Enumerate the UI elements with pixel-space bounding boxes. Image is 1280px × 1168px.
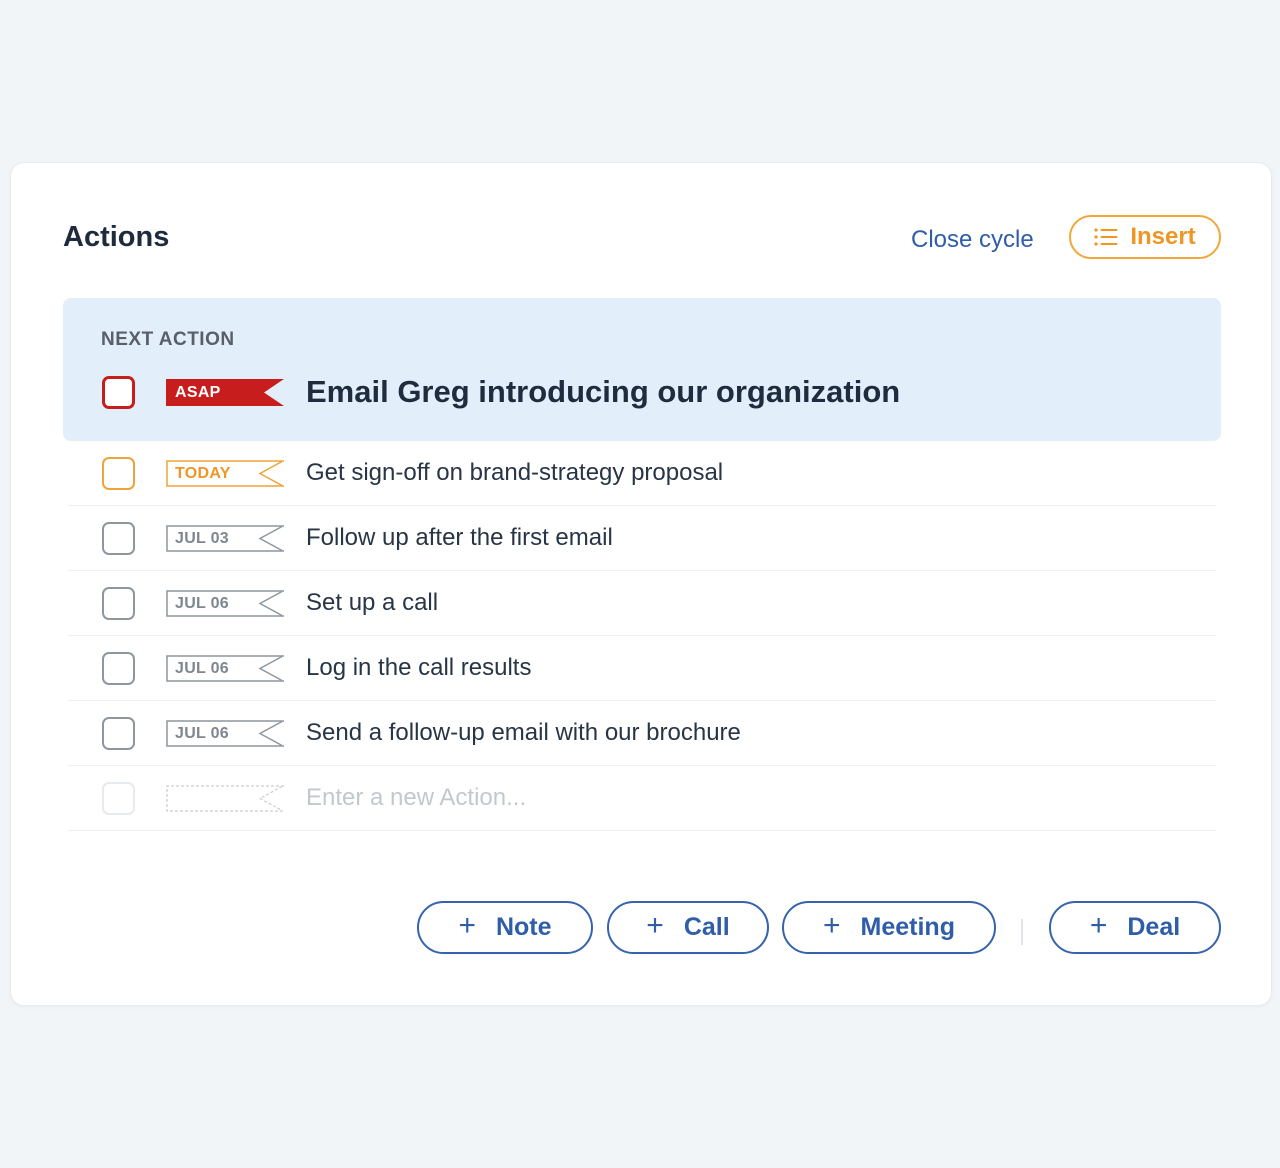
action-checkbox[interactable] [102,651,135,685]
due-tag-asap[interactable]: ASAP [166,378,284,406]
add-call-label: Call [683,913,730,941]
action-list: TODAY Get sign-off on brand-strategy pro… [68,441,1216,831]
action-checkbox[interactable] [102,456,135,490]
insert-button[interactable]: Insert [1069,215,1221,259]
due-tag-today[interactable]: TODAY [166,459,284,487]
due-tag-date[interactable]: JUL 06 [166,654,284,682]
plus-icon: + [458,909,476,942]
panel-title: Actions [63,221,170,253]
actions-card: Actions Close cycle Insert NEXT ACTION A… [10,162,1272,1006]
action-row: JUL 06 Log in the call results [68,636,1216,701]
action-label[interactable]: Set up a call [306,589,438,617]
button-divider [1021,919,1023,945]
action-row: JUL 03 Follow up after the first email [68,506,1216,571]
due-tag-date[interactable]: JUL 06 [166,589,284,617]
due-tag-date[interactable]: JUL 06 [166,719,284,747]
new-action-row: Enter a new Action... [68,766,1216,831]
next-action-panel: NEXT ACTION ASAP Email Greg introducing … [63,298,1221,441]
list-icon [1094,227,1118,247]
plus-icon: + [1089,909,1108,942]
action-checkbox[interactable] [102,521,135,555]
add-deal-label: Deal [1127,913,1181,941]
plus-icon: + [823,909,841,942]
close-cycle-link[interactable]: Close cycle [911,226,1034,254]
action-checkbox[interactable] [102,716,135,750]
due-tag-date[interactable]: JUL 03 [166,524,284,552]
plus-icon: + [646,909,664,942]
next-action-row: ASAP Email Greg introducing our organiza… [102,374,900,410]
add-deal-button[interactable]: + Deal [1049,901,1221,954]
new-action-checkbox [102,781,135,815]
next-action-label: NEXT ACTION [101,329,235,350]
next-action-title: Email Greg introducing our organization [306,374,901,409]
action-label[interactable]: Get sign-off on brand-strategy proposal [306,459,723,487]
new-action-input[interactable]: Enter a new Action... [306,784,526,812]
new-action-tag[interactable] [166,784,284,812]
action-label[interactable]: Follow up after the first email [306,524,613,552]
add-meeting-label: Meeting [860,913,955,941]
add-note-label: Note [495,913,552,941]
add-call-button[interactable]: + Call [607,901,769,954]
add-meeting-button[interactable]: + Meeting [782,901,996,954]
insert-label: Insert [1130,223,1196,250]
action-checkbox[interactable] [102,586,135,620]
action-label[interactable]: Send a follow-up email with our brochure [306,719,741,747]
action-label[interactable]: Log in the call results [306,654,531,682]
action-row: JUL 06 Set up a call [68,571,1216,636]
add-note-button[interactable]: + Note [417,901,593,954]
action-row: JUL 06 Send a follow-up email with our b… [68,701,1216,766]
next-action-checkbox[interactable] [102,375,135,409]
action-row: TODAY Get sign-off on brand-strategy pro… [68,441,1216,506]
